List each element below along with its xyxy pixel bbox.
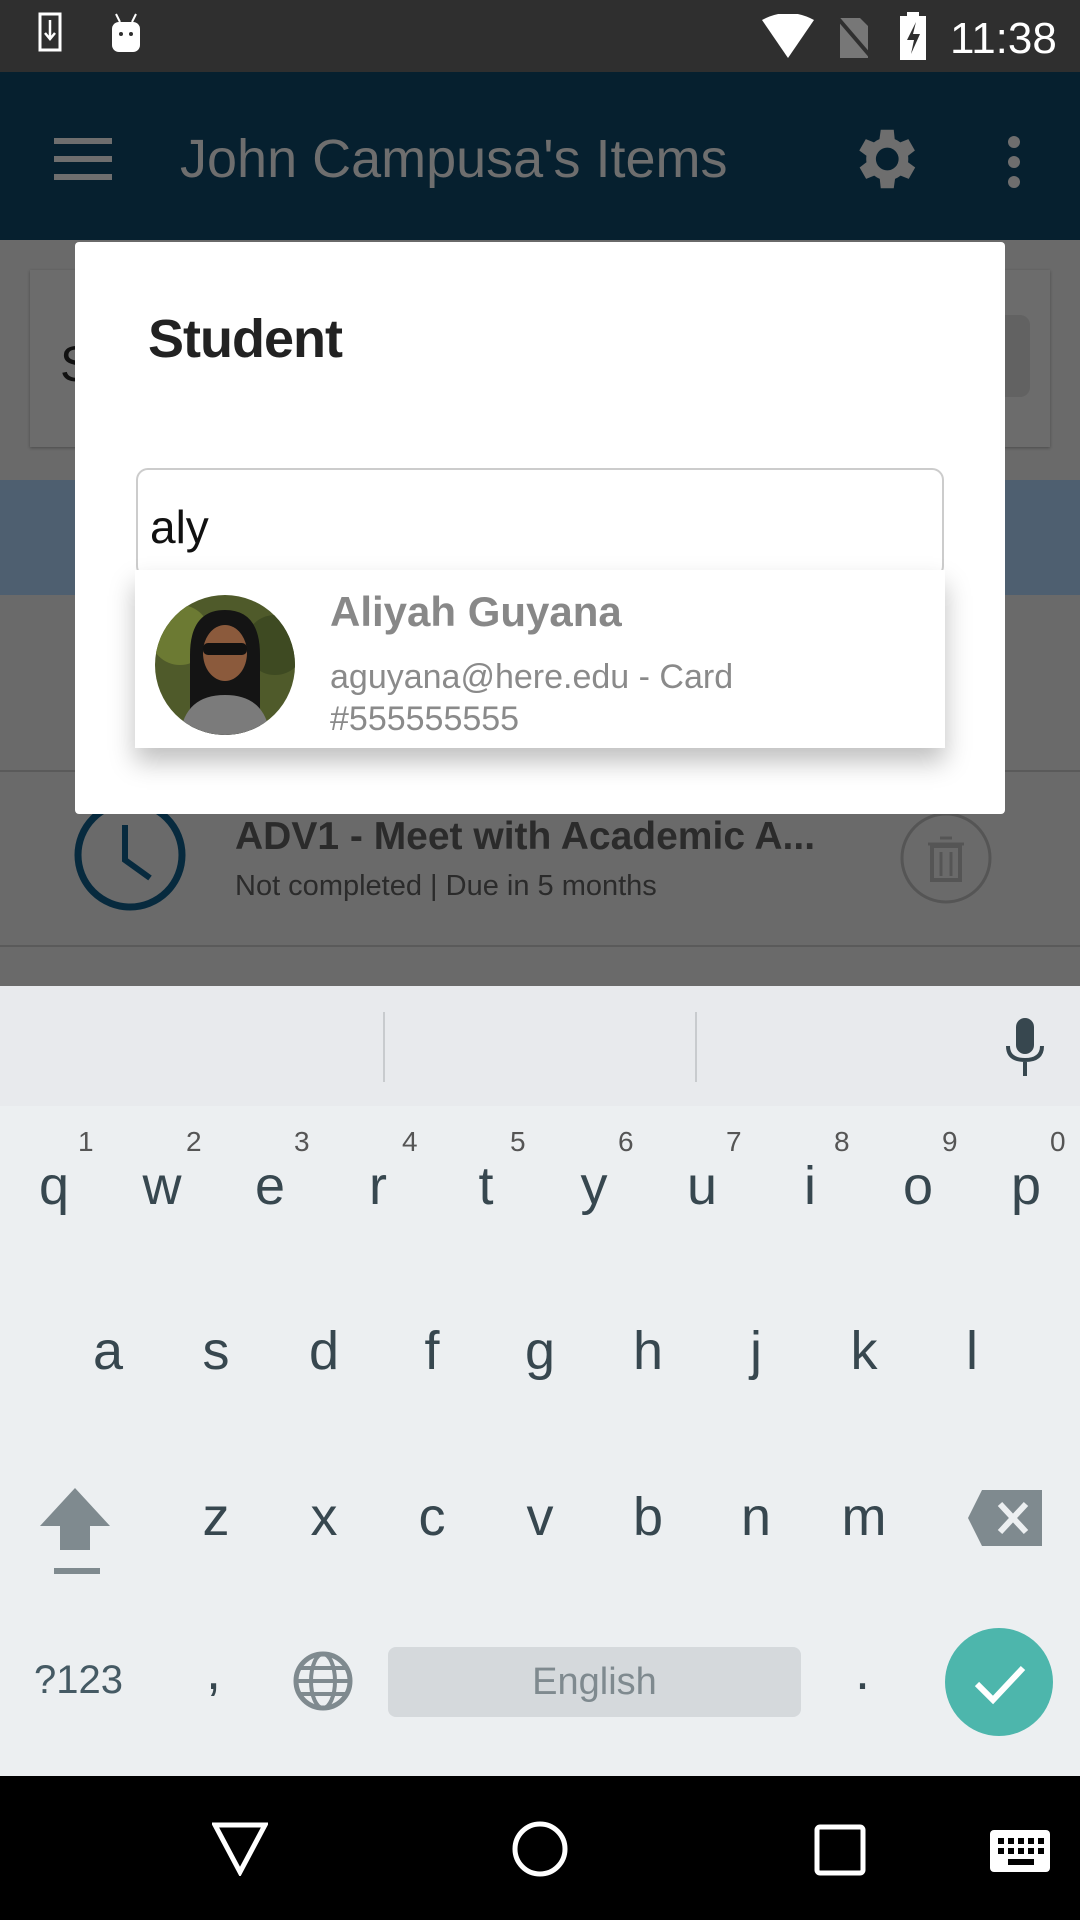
- key-d[interactable]: d: [309, 1320, 339, 1382]
- key-z[interactable]: z: [203, 1486, 230, 1548]
- android-icon: [112, 13, 140, 52]
- key-hint: 3: [294, 1126, 310, 1157]
- key-hint: 5: [510, 1126, 526, 1157]
- key-q[interactable]: q: [39, 1155, 69, 1217]
- key-hint: 2: [186, 1126, 202, 1157]
- key-e[interactable]: e: [255, 1155, 285, 1217]
- trash-icon[interactable]: [898, 810, 994, 906]
- key-hint: 4: [402, 1126, 418, 1157]
- status-bar: 11:38: [0, 0, 1080, 72]
- suggestion-card-number: #555555555: [330, 700, 520, 738]
- avatar: [155, 595, 295, 735]
- key-i[interactable]: i: [804, 1155, 816, 1217]
- suggestion-item[interactable]: Aliyah Guyana aguyana@here.edu - Card #5…: [135, 570, 945, 748]
- key-x[interactable]: x: [311, 1486, 338, 1548]
- key-u[interactable]: u: [687, 1155, 717, 1217]
- key-k[interactable]: k: [851, 1320, 878, 1382]
- divider: [0, 945, 1080, 947]
- back-icon[interactable]: [212, 1822, 268, 1876]
- key-hint: 8: [834, 1126, 850, 1157]
- globe-icon[interactable]: [292, 1650, 354, 1712]
- key-p[interactable]: p: [1011, 1155, 1041, 1217]
- key-hint: 6: [618, 1126, 634, 1157]
- key-m[interactable]: m: [842, 1486, 887, 1548]
- recents-icon[interactable]: [814, 1824, 866, 1876]
- space-key[interactable]: English: [388, 1647, 801, 1717]
- navigation-bar: [0, 1776, 1080, 1920]
- backspace-icon[interactable]: [968, 1490, 1042, 1546]
- key-hint: 9: [942, 1126, 958, 1157]
- app-title: John Campusa's Items: [180, 129, 728, 189]
- no-sim-icon: [834, 14, 874, 60]
- key-r[interactable]: r: [369, 1155, 387, 1217]
- menu-icon[interactable]: [54, 138, 114, 180]
- key-w[interactable]: w: [143, 1155, 182, 1217]
- key-y[interactable]: y: [581, 1155, 608, 1217]
- key-l[interactable]: l: [966, 1320, 978, 1382]
- suggestion-dropdown: Aliyah Guyana aguyana@here.edu - Card #5…: [135, 570, 945, 748]
- symbols-key[interactable]: ?123: [34, 1658, 123, 1703]
- suggestion-strip: [0, 986, 1080, 1106]
- key-j[interactable]: j: [750, 1320, 762, 1382]
- key-c[interactable]: c: [419, 1486, 446, 1548]
- student-search-value[interactable]: aly: [150, 500, 209, 554]
- more-vert-icon[interactable]: [1004, 134, 1024, 190]
- enter-done-icon[interactable]: [945, 1628, 1053, 1736]
- clock: 11:38: [950, 14, 1057, 63]
- download-icon: [38, 12, 62, 52]
- key-hint: 0: [1050, 1126, 1066, 1157]
- key-hint: 1: [78, 1126, 94, 1157]
- gear-icon[interactable]: [845, 120, 923, 198]
- wifi-icon: [762, 14, 814, 58]
- student-search-input[interactable]: [136, 468, 944, 578]
- key-t[interactable]: t: [478, 1155, 493, 1217]
- key-h[interactable]: h: [633, 1320, 663, 1382]
- key-v[interactable]: v: [527, 1486, 554, 1548]
- comma-key[interactable]: ,: [206, 1640, 221, 1702]
- key-s[interactable]: s: [203, 1320, 230, 1382]
- suggestion-name: Aliyah Guyana: [330, 588, 622, 635]
- shift-icon[interactable]: [38, 1488, 114, 1578]
- key-hint: 7: [726, 1126, 742, 1157]
- keyboard-switch-icon[interactable]: [990, 1830, 1050, 1872]
- space-label: English: [532, 1661, 657, 1703]
- suggestion-detail: aguyana@here.edu - Card: [330, 658, 734, 696]
- list-item-subtitle: Not completed | Due in 5 months: [235, 870, 657, 902]
- key-o[interactable]: o: [903, 1155, 933, 1217]
- key-g[interactable]: g: [525, 1320, 555, 1382]
- battery-charging-icon: [900, 12, 926, 60]
- microphone-icon[interactable]: [1002, 1018, 1048, 1080]
- key-b[interactable]: b: [633, 1486, 663, 1548]
- period-key[interactable]: .: [855, 1640, 870, 1702]
- dialog-title: Student: [148, 309, 343, 369]
- key-a[interactable]: a: [93, 1320, 123, 1382]
- key-f[interactable]: f: [424, 1320, 439, 1382]
- list-item-title[interactable]: ADV1 - Meet with Academic A...: [235, 815, 815, 859]
- home-icon[interactable]: [511, 1820, 569, 1878]
- key-n[interactable]: n: [741, 1486, 771, 1548]
